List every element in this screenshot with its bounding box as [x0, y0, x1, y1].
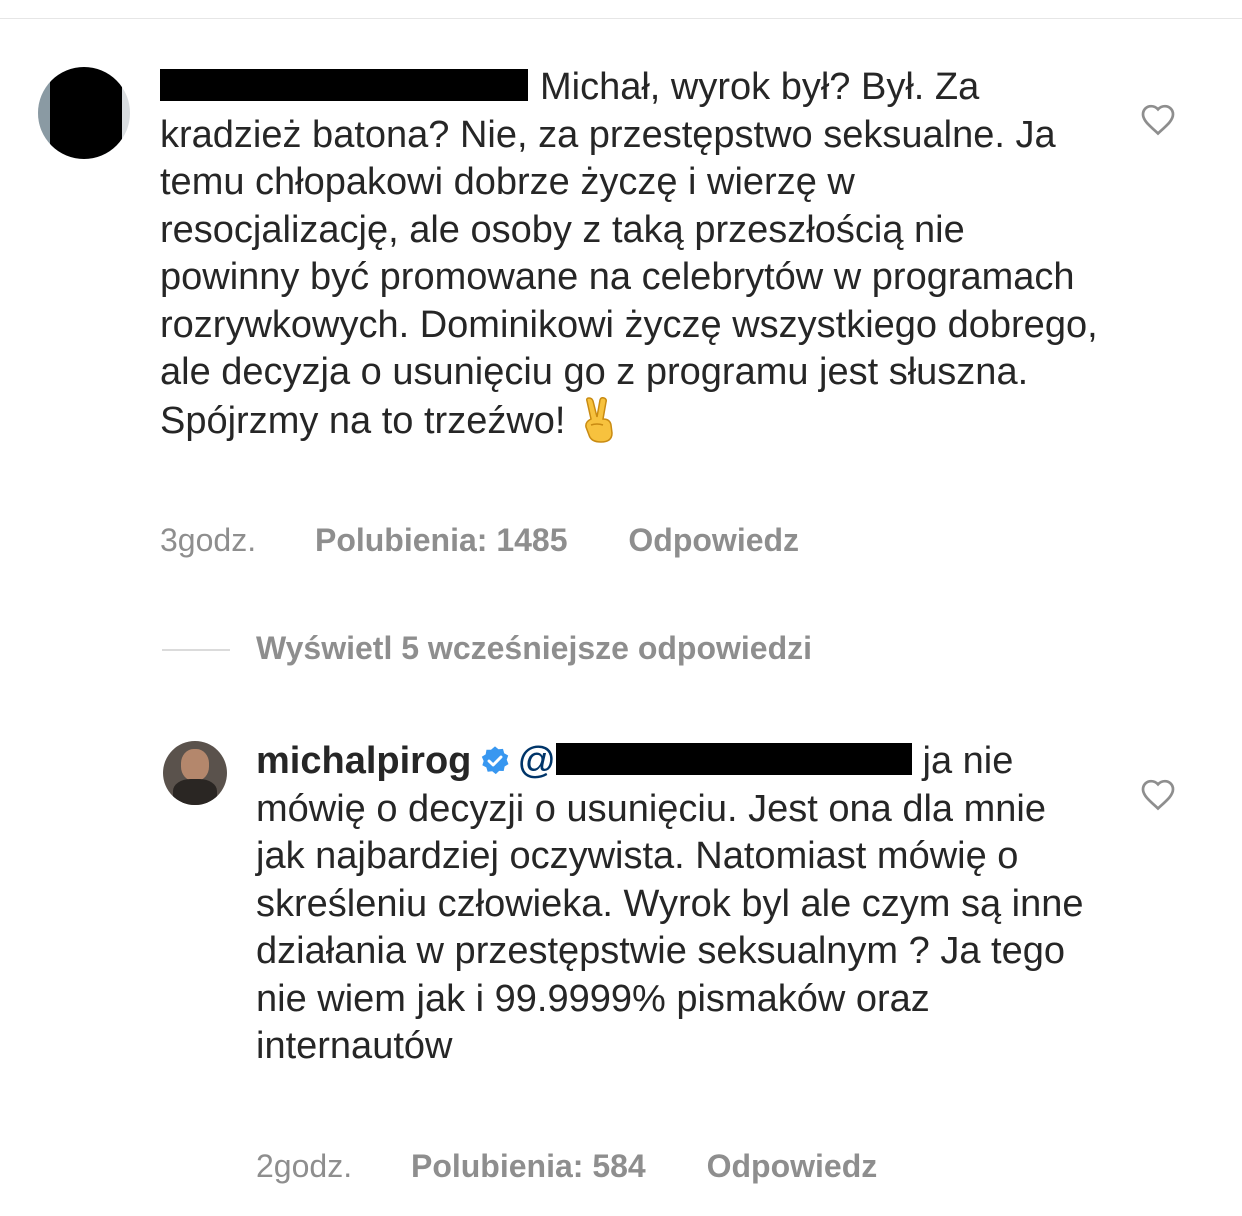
replies-divider-line	[162, 649, 230, 651]
likes-count-link[interactable]: Polubienia: 1485	[315, 522, 568, 559]
avatar-redaction-block	[50, 67, 122, 159]
like-heart-icon[interactable]	[1140, 102, 1176, 138]
username-link[interactable]: michalpirog	[256, 740, 471, 782]
like-heart-icon[interactable]	[1140, 777, 1176, 813]
comment-2: michalpirog @ ja nie mówię o decyzji o u…	[0, 720, 1242, 1216]
view-replies-label[interactable]: Wyświetl 5 wcześniejsze odpowiedzi	[256, 630, 812, 667]
comment-1-meta: 3godz. Polubienia: 1485 Odpowiedz	[160, 522, 799, 559]
comment-1-body: Michał, wyrok był? Był. Za kradzież bato…	[160, 64, 1100, 445]
comment-1-text: Michał, wyrok był? Był. Za kradzież bato…	[160, 66, 1109, 442]
comment-time: 3godz.	[160, 522, 257, 558]
comment-time: 2godz.	[256, 1148, 353, 1184]
avatar-redacted[interactable]	[38, 67, 130, 159]
mention-at-sign: @	[517, 740, 556, 782]
avatar-face	[181, 749, 209, 781]
view-earlier-replies[interactable]: Wyświetl 5 wcześniejsze odpowiedzi	[162, 628, 1062, 672]
comment-2-body: michalpirog @ ja nie mówię o decyzji o u…	[256, 738, 1086, 1071]
mention-link[interactable]: @	[517, 740, 912, 782]
comment-2-text: ja nie mówię o decyzji o usunięciu. Jest…	[256, 740, 1095, 1067]
reply-button[interactable]: Odpowiedz	[628, 522, 799, 559]
mention-redaction-bar	[555, 743, 912, 775]
comment-1: Michał, wyrok był? Był. Za kradzież bato…	[0, 0, 1242, 600]
victory-hand-emoji	[585, 396, 614, 443]
verified-badge-icon	[482, 746, 509, 775]
reply-button[interactable]: Odpowiedz	[707, 1148, 878, 1185]
comment-2-meta: 2godz. Polubienia: 584 Odpowiedz	[256, 1148, 877, 1185]
avatar-body	[173, 779, 217, 805]
likes-count-link[interactable]: Polubienia: 584	[411, 1148, 646, 1185]
username-redaction-bar	[160, 69, 528, 101]
avatar-michalpirog[interactable]	[163, 741, 227, 805]
